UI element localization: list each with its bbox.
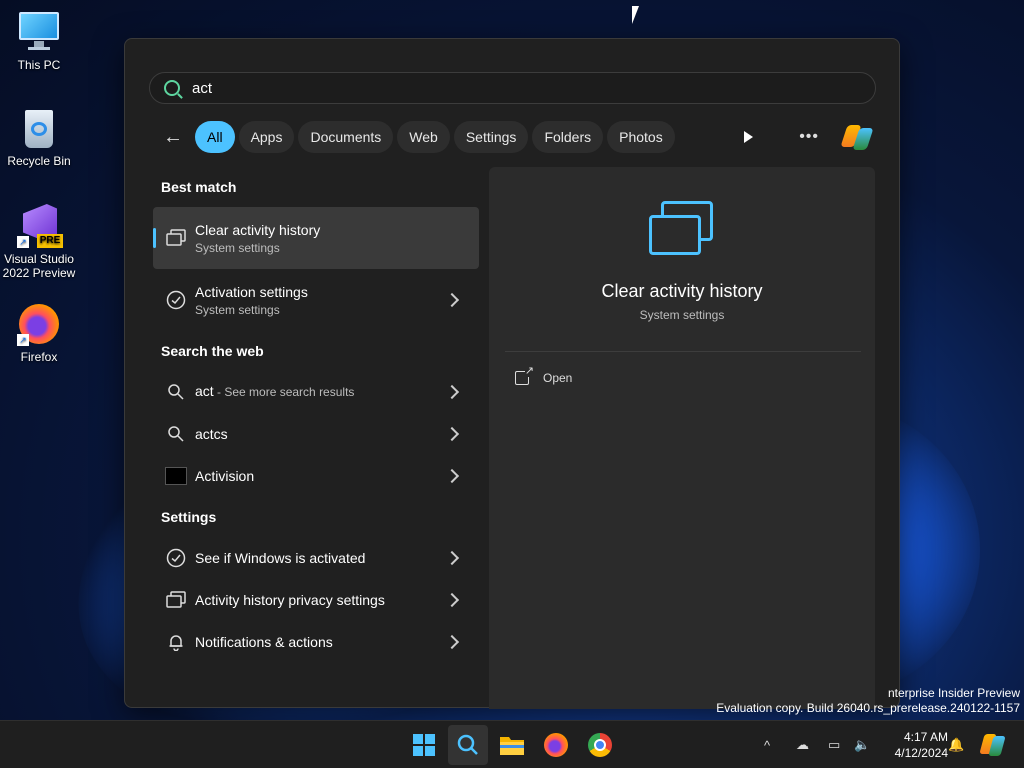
result-title: Notifications & actions — [195, 634, 333, 650]
clock-time: 4:17 AM — [903, 730, 948, 744]
visual-studio-icon: PRE ↗ — [17, 204, 63, 248]
chevron-right-icon[interactable] — [444, 468, 460, 484]
result-title: Activision — [195, 468, 255, 484]
section-heading-settings: Settings — [161, 509, 217, 525]
play-icon[interactable] — [744, 131, 754, 143]
result-title: Clear activity history — [195, 221, 321, 238]
settings-result-windows-activated[interactable]: See if Windows is activated — [153, 537, 479, 579]
result-suffix: - See more search results — [213, 385, 355, 399]
result-activation-settings[interactable]: Activation settings System settings — [153, 269, 479, 331]
desktop-icon-label: This PC — [17, 58, 61, 72]
activity-history-icon — [165, 589, 187, 611]
firefox-icon: ↗ — [17, 302, 61, 346]
clock[interactable]: 4:17 AM 4/12/2024 — [880, 729, 948, 761]
result-title: actcs — [195, 426, 228, 442]
chrome-icon[interactable] — [580, 725, 620, 765]
copilot-icon[interactable] — [840, 123, 874, 151]
result-subtitle: System settings — [195, 302, 280, 317]
detail-pane: Clear activity history System settings O… — [489, 167, 875, 709]
chevron-right-icon[interactable] — [444, 550, 460, 566]
firefox-icon[interactable] — [536, 725, 576, 765]
desktop-icon-firefox[interactable]: ↗ Firefox — [0, 302, 78, 364]
web-result-activision[interactable]: Activision — [153, 455, 479, 497]
check-circle-icon — [165, 289, 187, 311]
filter-documents[interactable]: Documents — [298, 121, 394, 153]
results-list: Best match Clear activity history System… — [153, 167, 479, 663]
desktop-icon-label: Recycle Bin — [7, 154, 71, 168]
result-title: Activation settings — [195, 283, 308, 300]
filter-all[interactable]: All — [195, 121, 235, 153]
open-action-label: Open — [543, 371, 573, 385]
search-input[interactable] — [192, 79, 792, 97]
desktop-icon-label: Visual Studio — [4, 252, 74, 266]
chevron-right-icon[interactable] — [444, 592, 460, 608]
activity-history-icon — [165, 227, 187, 249]
chevron-right-icon[interactable] — [444, 426, 460, 442]
shortcut-arrow-icon: ↗ — [17, 236, 29, 248]
watermark-line1: nterprise Insider Preview — [887, 686, 1020, 700]
taskbar: ^ ☁ ▭ 🔈 4:17 AM 4/12/2024 🔔 — [0, 720, 1024, 768]
filter-settings[interactable]: Settings — [453, 121, 529, 153]
filter-apps[interactable]: Apps — [238, 121, 295, 153]
pre-badge: PRE — [37, 234, 63, 248]
detail-title: Clear activity history — [601, 281, 763, 301]
chevron-right-icon[interactable] — [444, 634, 460, 650]
check-circle-icon — [165, 547, 187, 569]
computer-icon — [17, 10, 61, 54]
detail-subtitle: System settings — [639, 308, 725, 322]
settings-result-activity-privacy[interactable]: Activity history privacy settings — [153, 579, 479, 621]
copilot-preview-icon[interactable] — [979, 721, 1006, 768]
filter-web[interactable]: Web — [397, 121, 450, 153]
desktop-icon-this-pc[interactable]: This PC — [0, 10, 78, 72]
desktop-icon-recycle-bin[interactable]: Recycle Bin — [0, 106, 78, 168]
result-title: act — [195, 383, 214, 399]
settings-result-notifications[interactable]: Notifications & actions — [153, 621, 479, 663]
search-icon — [165, 423, 187, 445]
filter-bar: ← All Apps Documents Web Settings Folder… — [161, 121, 679, 153]
more-options-icon[interactable]: ••• — [799, 128, 819, 146]
search-box[interactable] — [149, 72, 876, 104]
filter-bar-actions: ••• — [744, 121, 874, 153]
filter-photos[interactable]: Photos — [607, 121, 675, 153]
onedrive-offline-icon[interactable]: ☁ — [796, 721, 809, 768]
web-result-actcs[interactable]: actcs — [153, 413, 479, 455]
desktop-icon-label: Firefox — [20, 350, 58, 364]
back-arrow-icon[interactable]: ← — [161, 125, 185, 149]
notification-bell-icon[interactable]: 🔔 — [948, 721, 964, 768]
chevron-right-icon[interactable] — [444, 384, 460, 400]
build-watermark: nterprise Insider Preview Evaluation cop… — [716, 686, 1020, 716]
recycle-bin-icon — [17, 106, 61, 150]
desktop-icon-label-line2: 2022 Preview — [2, 266, 76, 280]
filter-folders[interactable]: Folders — [532, 121, 604, 153]
open-external-icon — [515, 364, 534, 385]
file-explorer-icon[interactable] — [492, 725, 532, 765]
clock-date: 4/12/2024 — [894, 746, 948, 760]
chevron-right-icon[interactable] — [444, 292, 460, 308]
activity-history-large-icon — [649, 201, 715, 259]
bell-icon — [165, 631, 187, 653]
watermark-line2: Evaluation copy. Build 26040.rs_prerelea… — [716, 701, 1020, 715]
web-result-act[interactable]: act - See more search results — [153, 371, 479, 413]
result-clear-activity-history[interactable]: Clear activity history System settings — [153, 207, 479, 269]
section-heading-web: Search the web — [161, 343, 264, 359]
activision-logo-icon — [165, 465, 187, 487]
detail-divider — [505, 351, 861, 352]
search-icon[interactable] — [448, 725, 488, 765]
show-hidden-icons-chevron-icon[interactable]: ^ — [764, 721, 770, 768]
section-heading-best-match: Best match — [161, 179, 237, 195]
start-search-panel: ← All Apps Documents Web Settings Folder… — [124, 38, 900, 709]
open-action[interactable]: Open — [515, 364, 573, 385]
result-subtitle: System settings — [195, 240, 280, 255]
network-icon[interactable]: ▭ — [828, 721, 840, 768]
desktop-icon-visual-studio[interactable]: PRE ↗ Visual Studio 2022 Preview — [0, 204, 78, 280]
search-icon — [164, 80, 180, 96]
shortcut-arrow-icon: ↗ — [17, 334, 29, 346]
result-title: See if Windows is activated — [195, 550, 366, 566]
result-title: Activity history privacy settings — [195, 592, 385, 608]
mouse-cursor — [632, 6, 639, 24]
windows-start-icon[interactable] — [404, 725, 444, 765]
search-icon — [165, 381, 187, 403]
volume-muted-icon[interactable]: 🔈 — [854, 721, 870, 768]
